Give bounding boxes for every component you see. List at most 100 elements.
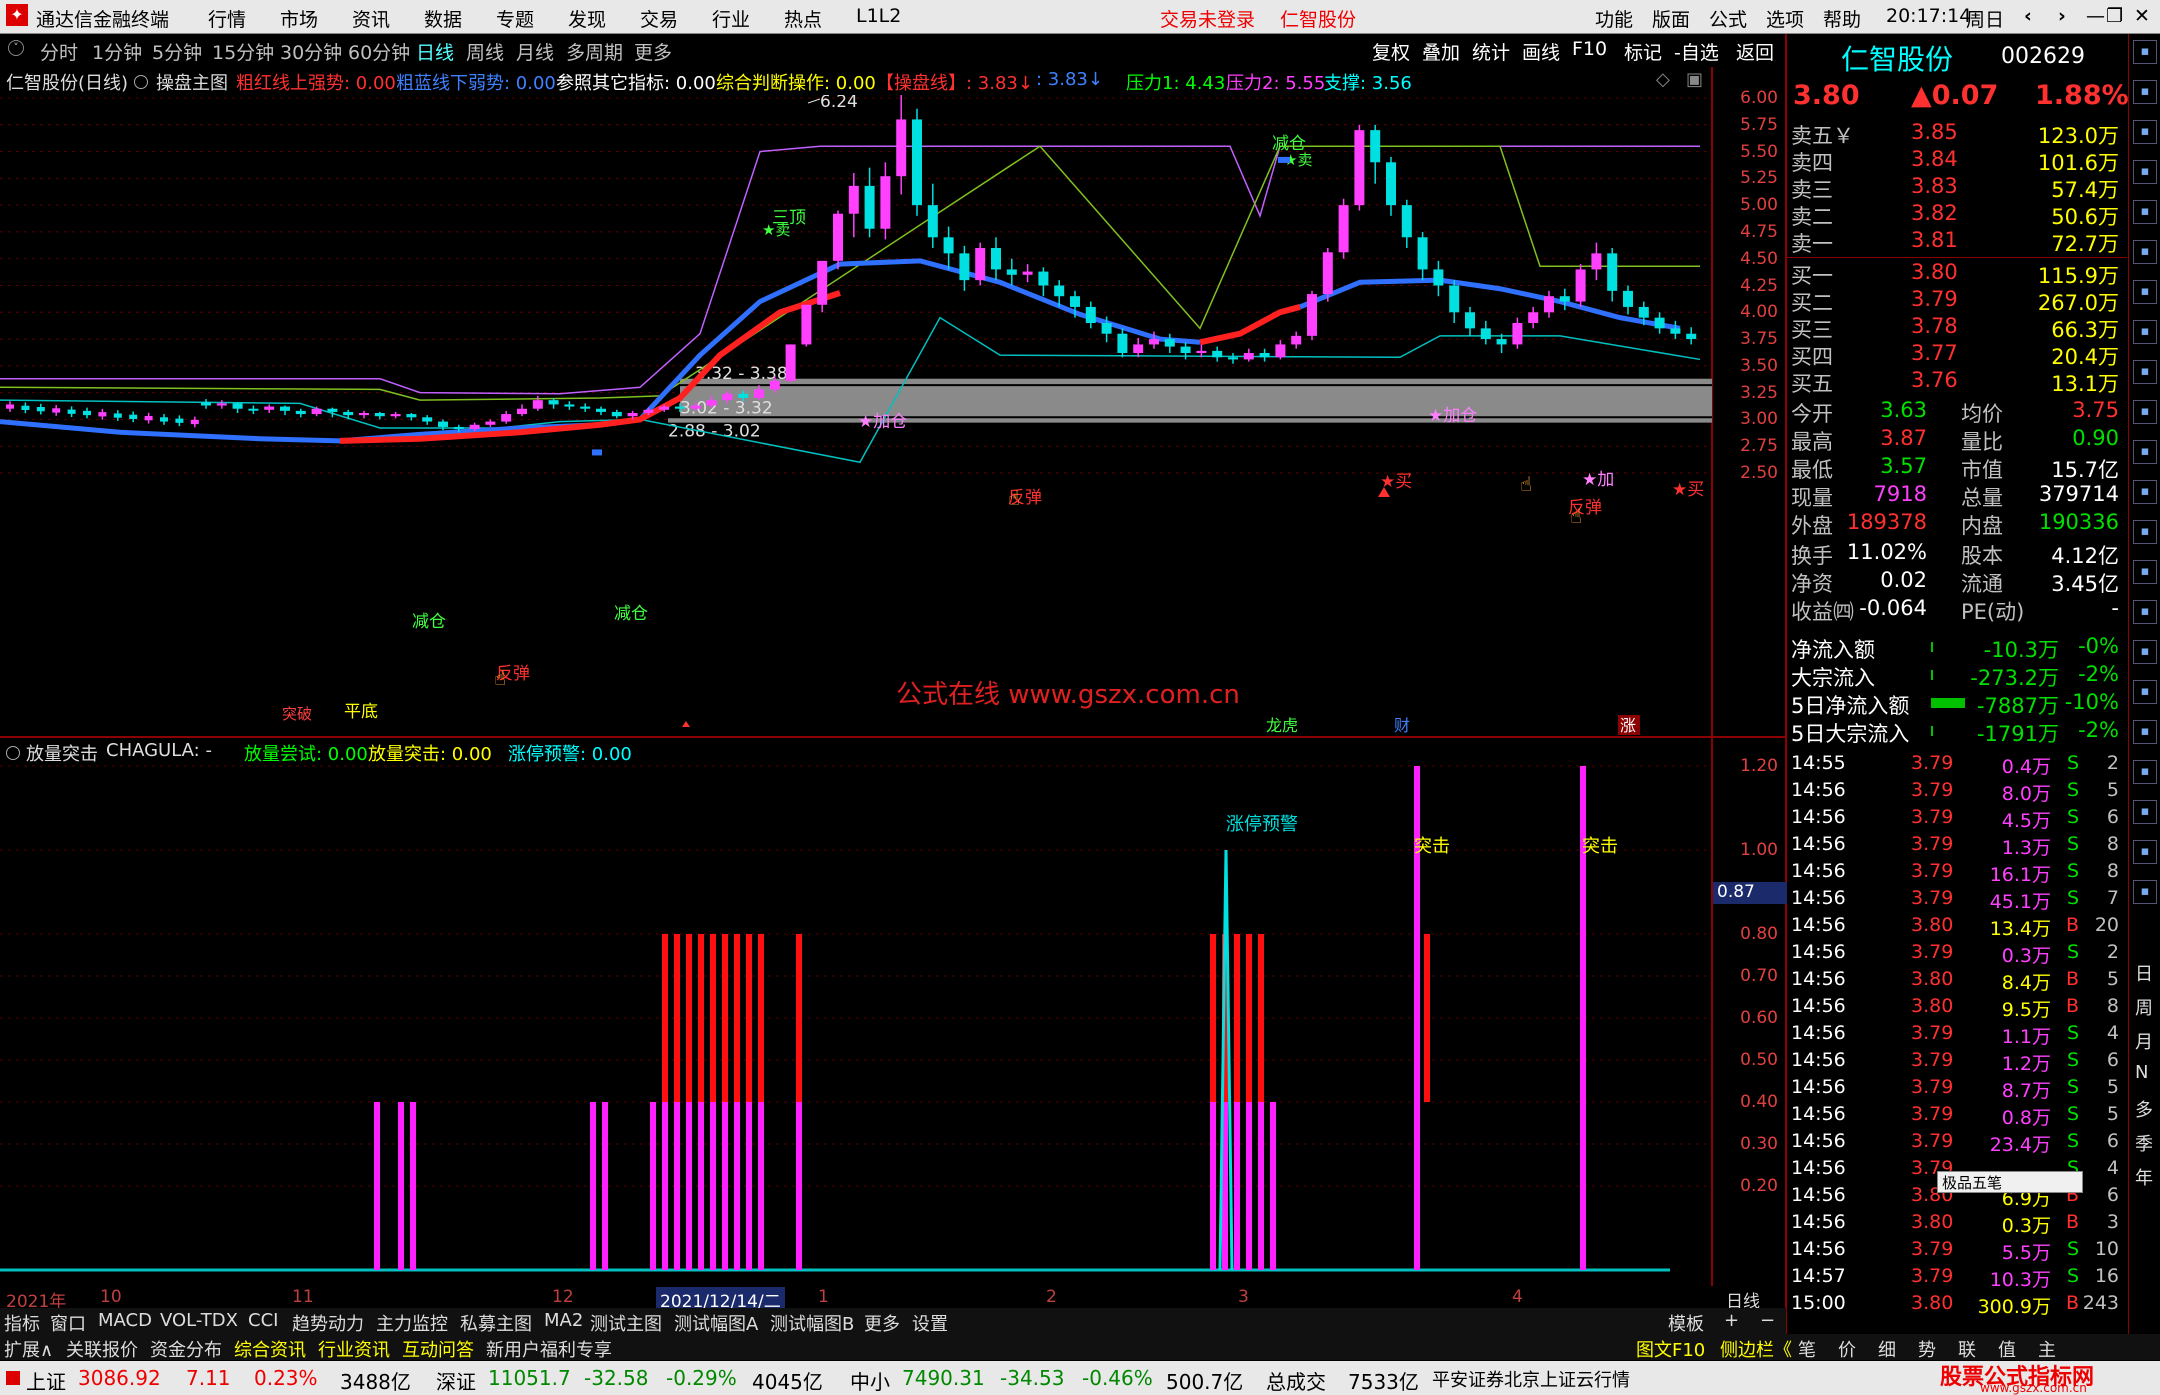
cycle-button[interactable]: 月	[2135, 1028, 2153, 1054]
toolbar-button[interactable]: 叠加	[1422, 38, 1460, 65]
toolbar-button[interactable]: 标记	[1624, 38, 1662, 65]
period-tab[interactable]: 30分钟	[280, 38, 342, 65]
toolbar-button[interactable]: 画线	[1522, 38, 1560, 65]
indicator-tab[interactable]: MA2	[544, 1310, 583, 1331]
f-icon[interactable]: ▪	[2133, 520, 2157, 544]
doc-icon[interactable]: ▪	[2133, 480, 2157, 504]
bar-icon[interactable]: ▪	[2133, 320, 2157, 344]
period-tab[interactable]: 1分钟	[92, 38, 142, 65]
list-icon[interactable]: ▪	[2133, 360, 2157, 384]
period-tab[interactable]: 月线	[516, 38, 554, 65]
extension-tab[interactable]: 综合资讯	[234, 1336, 306, 1362]
extension-tab[interactable]: 行业资讯	[318, 1336, 390, 1362]
indicator-tab[interactable]: 趋势动力	[292, 1310, 364, 1336]
template-button[interactable]: 模板	[1668, 1310, 1704, 1336]
add-icon[interactable]: +	[1724, 1310, 1739, 1331]
menu-item[interactable]: 热点	[784, 5, 822, 32]
extension-tab[interactable]: 新用户福利专享	[486, 1336, 612, 1362]
menu-item[interactable]: 行情	[208, 5, 246, 32]
cycle-button[interactable]: 多	[2135, 1096, 2153, 1122]
login-status[interactable]: 交易未登录	[1160, 5, 1255, 32]
gear-icon[interactable]: ▪	[2133, 720, 2157, 744]
period-tab[interactable]: 更多	[634, 38, 672, 65]
toolbar-button[interactable]: F10	[1572, 38, 1607, 60]
collapse-icon[interactable]: ˅	[8, 40, 24, 56]
menu-item[interactable]: 数据	[424, 5, 462, 32]
forward-arrow-icon[interactable]: ›	[2058, 5, 2066, 27]
side-tab[interactable]: 笔	[1798, 1336, 1816, 1362]
period-tab[interactable]: 15分钟	[212, 38, 274, 65]
remove-icon[interactable]: −	[1760, 1310, 1775, 1331]
indicator-tab[interactable]: MACD	[98, 1310, 152, 1331]
period-tab[interactable]: 周线	[466, 38, 504, 65]
indicator-tab[interactable]: 设置	[912, 1310, 948, 1336]
indicator-tab[interactable]: 测试主图	[590, 1310, 662, 1336]
index-name[interactable]: 上证	[26, 1366, 66, 1395]
f10-button[interactable]: 图文F10	[1636, 1336, 1705, 1362]
circle-icon[interactable]: ▪	[2133, 600, 2157, 624]
server-name[interactable]: 平安证券北京上证云行情	[1432, 1366, 1630, 1392]
period-tab[interactable]: 5分钟	[152, 38, 202, 65]
indicator-tab[interactable]: 私募主图	[460, 1310, 532, 1336]
down-arrow-icon[interactable]: ▪	[2133, 120, 2157, 144]
volume-indicator-chart[interactable]: 涨停预警突击 突击	[0, 740, 1712, 1285]
menu-item[interactable]: 市场	[280, 5, 318, 32]
close-icon[interactable]: ✕	[2134, 5, 2150, 27]
move-icon[interactable]: ▪	[2133, 760, 2157, 784]
up-arrow-icon[interactable]: ▪	[2133, 80, 2157, 104]
cycle-button[interactable]: 周	[2135, 994, 2153, 1020]
menu-item[interactable]: L1L2	[856, 5, 901, 27]
cycle-button[interactable]: 年	[2135, 1164, 2153, 1190]
menu-item[interactable]: 版面	[1652, 5, 1690, 32]
table-icon[interactable]: ▪	[2133, 240, 2157, 264]
menu-item[interactable]: 帮助	[1823, 5, 1861, 32]
sidebar-toggle[interactable]: 侧边栏《	[1720, 1336, 1792, 1362]
period-tab[interactable]: 多周期	[566, 38, 623, 65]
cycle-button[interactable]: N	[2135, 1062, 2148, 1083]
menu-item[interactable]: 资讯	[352, 5, 390, 32]
menu-item[interactable]: 公式	[1709, 5, 1747, 32]
menu-item[interactable]: 发现	[568, 5, 606, 32]
chart-icon[interactable]: ▪	[2133, 200, 2157, 224]
pen-icon[interactable]: ▪	[2133, 800, 2157, 824]
menu-item[interactable]: 选项	[1766, 5, 1804, 32]
window-icon[interactable]: ▣	[1686, 69, 1703, 90]
toolbar-button[interactable]: -自选	[1674, 38, 1719, 65]
side-tab[interactable]: 细	[1878, 1336, 1896, 1362]
back-arrow-icon[interactable]: ‹	[2024, 5, 2032, 27]
index-name[interactable]: 中小	[850, 1366, 890, 1395]
extension-tab[interactable]: 互动问答	[402, 1336, 474, 1362]
indicator-tab[interactable]: 主力监控	[376, 1310, 448, 1336]
toolbar-button[interactable]: 返回	[1736, 38, 1774, 65]
diamond-icon[interactable]: ◇	[1656, 69, 1670, 90]
tick-list[interactable]: 14:55 3.79 0.4万 S 2 14:56 3.79 8.0万 S 5 14:56 3.79 4…	[1787, 752, 2127, 1332]
ime-popup[interactable]: 极品五笔	[1937, 1171, 2083, 1193]
indicator-tab[interactable]: 测试幅图A	[674, 1310, 758, 1336]
extension-tab[interactable]: 资金分布	[150, 1336, 222, 1362]
indicator-tab[interactable]: 更多	[864, 1310, 900, 1336]
side-tab[interactable]: 价	[1838, 1336, 1856, 1362]
menu-item[interactable]: 专题	[496, 5, 534, 32]
menu-item[interactable]: 功能	[1595, 5, 1633, 32]
extension-tab[interactable]: 扩展∧	[4, 1336, 53, 1362]
indicator-tab[interactable]: 指标	[4, 1310, 40, 1336]
restore-icon[interactable]: ❐	[2106, 5, 2123, 27]
period-tab-selected[interactable]: 日线	[416, 38, 454, 65]
refresh-icon[interactable]: ▪	[2133, 160, 2157, 184]
indicator-name[interactable]: 操盘主图	[156, 69, 228, 95]
fs-icon[interactable]: ▪	[2133, 840, 2157, 864]
minimize-icon[interactable]: —	[2086, 5, 2105, 27]
news-icon[interactable]: ▪	[2133, 560, 2157, 584]
indicator-tab[interactable]: VOL-TDX	[160, 1310, 238, 1331]
indicator-menu-icon[interactable]	[134, 75, 148, 89]
share-icon[interactable]: ▪	[2133, 880, 2157, 904]
cycle-button[interactable]: 日	[2135, 960, 2153, 986]
line-icon[interactable]: ▪	[2133, 280, 2157, 304]
side-tab[interactable]: 势	[1918, 1336, 1936, 1362]
menu-item[interactable]: 交易	[640, 5, 678, 32]
cycle-button[interactable]: 季	[2135, 1130, 2153, 1156]
extension-tab[interactable]: 关联报价	[66, 1336, 138, 1362]
menu-item[interactable]: 行业	[712, 5, 750, 32]
period-tab[interactable]: 60分钟	[348, 38, 410, 65]
f10-icon[interactable]: ▪	[2133, 400, 2157, 424]
